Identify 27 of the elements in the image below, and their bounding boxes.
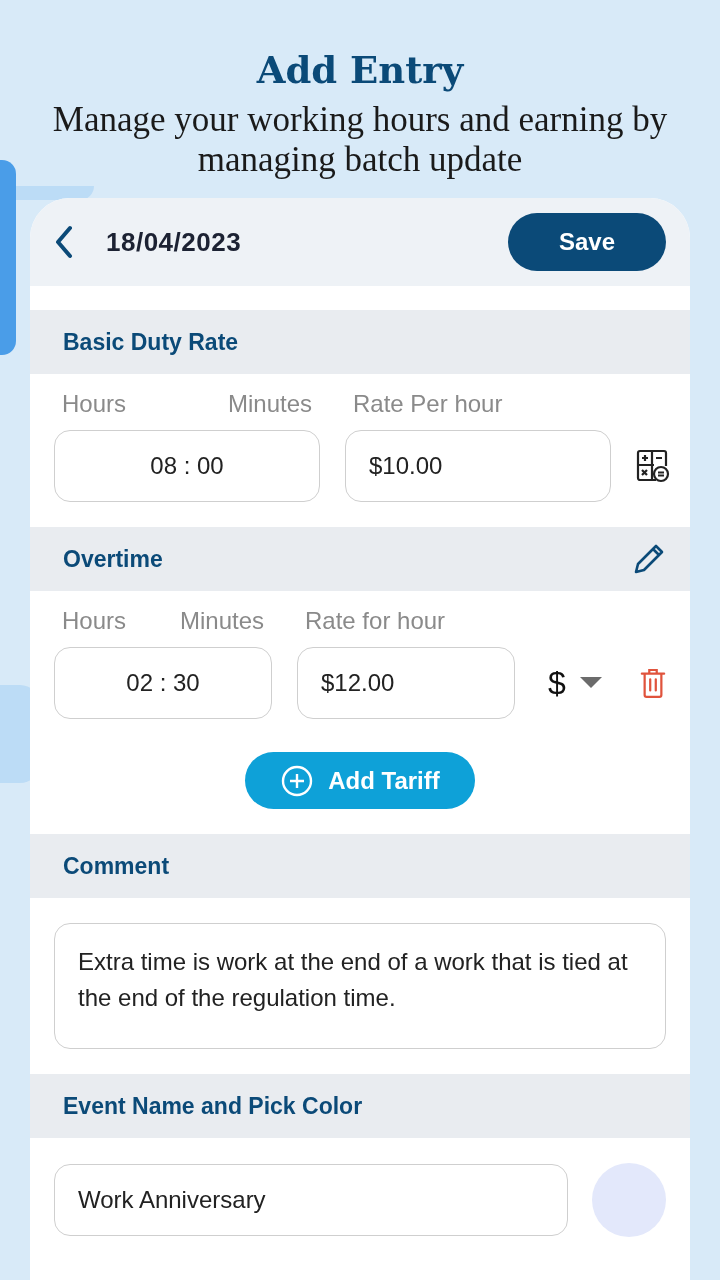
time-field[interactable]: 08 : 00 <box>54 430 320 502</box>
rate-field[interactable]: $12.00 <box>297 647 515 719</box>
page-subtitle: Manage your working hours and earning by managing batch update <box>51 100 669 180</box>
caret-icon <box>579 677 602 689</box>
comment-field[interactable]: Extra time is work at the end of a work that is tied at the end of the regulation time. <box>54 923 666 1049</box>
field-label: Minutes <box>227 390 312 418</box>
field-label: Minutes <box>179 607 264 635</box>
rate-field[interactable]: $10.00 <box>345 430 611 502</box>
pencil-icon[interactable] <box>632 542 666 576</box>
field-label: Rate for hour <box>304 607 447 635</box>
field-label: Rate Per hour <box>352 390 504 418</box>
field-label: Hours <box>62 390 127 418</box>
page-title: Add Entry <box>255 47 465 94</box>
event-name-field[interactable]: Work Anniversary <box>54 1164 568 1236</box>
time-field[interactable]: 02 : 30 <box>54 647 272 719</box>
calculator-icon[interactable] <box>636 449 670 483</box>
currency-dropdown[interactable]: $ <box>548 664 602 702</box>
section-title: Overtime <box>63 545 163 573</box>
section-title: Comment <box>63 852 170 880</box>
section-title: Event Name and Pick Color <box>63 1092 363 1120</box>
entry-date: 18/04/2023 <box>106 226 243 258</box>
back-icon[interactable] <box>54 225 74 259</box>
section-title: Basic Duty Rate <box>63 328 239 356</box>
save-button[interactable]: Save <box>508 213 666 271</box>
trash-icon[interactable] <box>640 667 666 699</box>
field-label: Hours <box>62 607 127 635</box>
plus-icon <box>280 763 315 798</box>
